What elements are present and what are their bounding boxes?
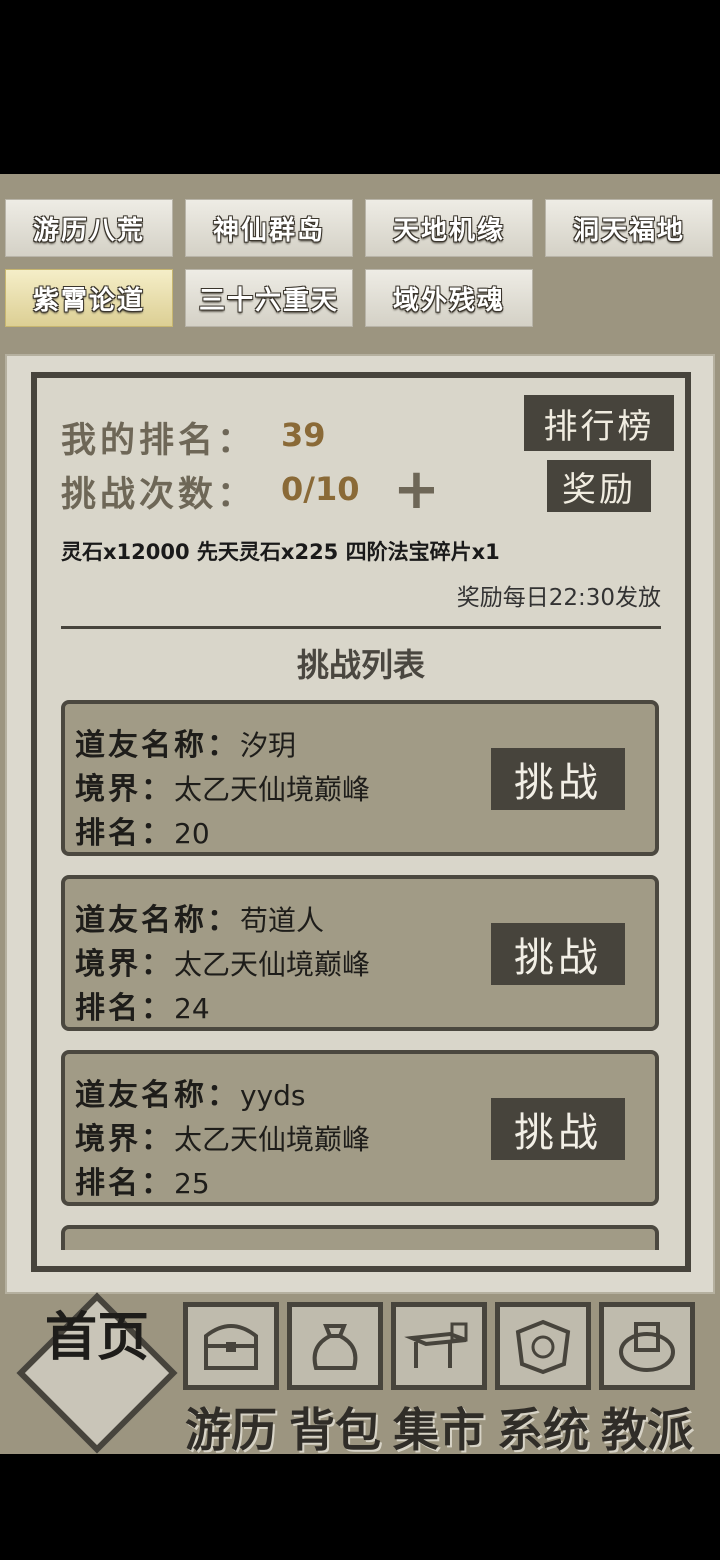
tab-sanshiliu-chongtian[interactable]: 三十六重天 xyxy=(185,269,353,327)
system-badge-icon xyxy=(495,1302,591,1390)
tab-youli-bahuang[interactable]: 游历八荒 xyxy=(5,199,173,257)
nav-item-beibao[interactable]: 背包 xyxy=(287,1302,383,1457)
bag-icon xyxy=(287,1302,383,1390)
opponent-name: 苟道人 xyxy=(240,904,325,937)
app-screen: 游历八荒 神仙群岛 天地机缘 洞天福地 紫霄论道 三十六重天 域外残魂 我的排名… xyxy=(0,174,720,1454)
realm-label: 境界： xyxy=(75,772,174,807)
name-label: 道友名称： xyxy=(75,1078,240,1113)
my-rank-value: 39 xyxy=(281,416,326,454)
nav-label-jiaopai: 教派 xyxy=(601,1403,693,1457)
opponent-realm: 太乙天仙境巅峰 xyxy=(174,948,371,981)
challenge-button[interactable]: 挑战 xyxy=(491,1098,625,1160)
tab-tiandi-jiyuan[interactable]: 天地机缘 xyxy=(365,199,533,257)
challenge-card xyxy=(61,1225,659,1250)
nav-item-jiaopai[interactable]: 教派 xyxy=(599,1302,695,1457)
arena-frame: 我的排名： 39 挑战次数： 0/10 + 排行榜 奖励 灵石x12000 先天… xyxy=(31,372,691,1272)
challenge-count-value: 0/10 xyxy=(281,470,360,508)
opponent-rank: 25 xyxy=(174,1167,210,1200)
sect-seal-icon xyxy=(599,1302,695,1390)
tab-shenxian-qundao[interactable]: 神仙群岛 xyxy=(185,199,353,257)
opponent-rank-line: 排名：25 xyxy=(75,1158,210,1202)
opponent-rank-line: 排名：24 xyxy=(75,983,210,1027)
nav-item-jishi[interactable]: 集市 xyxy=(391,1302,487,1457)
challenge-card: 道友名称：苟道人 境界：太乙天仙境巅峰 排名：24 挑战 xyxy=(61,875,659,1031)
nav-label-jishi: 集市 xyxy=(393,1403,485,1457)
challenge-list-title: 挑战列表 xyxy=(296,646,425,684)
opponent-realm-line: 境界：太乙天仙境巅峰 xyxy=(75,764,370,808)
chest-icon xyxy=(183,1302,279,1390)
tab-yuwai-canhun[interactable]: 域外残魂 xyxy=(365,269,533,327)
opponent-rank: 20 xyxy=(174,817,210,850)
realm-label: 境界： xyxy=(75,1122,174,1157)
challenge-list[interactable]: 道友名称：汐玥 境界：太乙天仙境巅峰 排名：20 挑战 道友名称：苟道人 境界：… xyxy=(61,700,661,1250)
opponent-name-line: 道友名称：苟道人 xyxy=(75,895,324,939)
challenge-card: 道友名称：汐玥 境界：太乙天仙境巅峰 排名：20 挑战 xyxy=(61,700,659,856)
rank-label: 排名： xyxy=(75,991,174,1026)
challenge-card: 道友名称：yyds 境界：太乙天仙境巅峰 排名：25 挑战 xyxy=(61,1050,659,1206)
challenge-count-label: 挑战次数： xyxy=(61,474,257,515)
nav-item-youli[interactable]: 游历 xyxy=(183,1302,279,1457)
nav-label-xitong: 系统 xyxy=(497,1403,589,1457)
nav-label-youli: 游历 xyxy=(185,1403,277,1457)
home-button[interactable]: 首页 xyxy=(16,1292,178,1454)
challenge-button[interactable]: 挑战 xyxy=(491,923,625,985)
leaderboard-button[interactable]: 排行榜 xyxy=(524,395,674,451)
realm-label: 境界： xyxy=(75,947,174,982)
rank-label: 排名： xyxy=(75,1166,174,1201)
challenge-button[interactable]: 挑战 xyxy=(491,748,625,810)
my-rank-label: 我的排名： xyxy=(61,420,257,461)
add-challenges-button[interactable]: + xyxy=(393,462,440,518)
opponent-name: 汐玥 xyxy=(240,729,297,762)
tab-dongtian-fudi[interactable]: 洞天福地 xyxy=(545,199,713,257)
opponent-name-line: 道友名称：汐玥 xyxy=(75,720,296,764)
divider xyxy=(61,626,661,629)
opponent-name-line: 道友名称：yyds xyxy=(75,1070,306,1114)
name-label: 道友名称： xyxy=(75,728,240,763)
main-panel: 我的排名： 39 挑战次数： 0/10 + 排行榜 奖励 灵石x12000 先天… xyxy=(5,354,715,1294)
opponent-realm: 太乙天仙境巅峰 xyxy=(174,1123,371,1156)
nav-label-beibao: 背包 xyxy=(289,1403,381,1457)
name-label: 道友名称： xyxy=(75,903,240,938)
rank-label: 排名： xyxy=(75,816,174,851)
opponent-rank-line: 排名：20 xyxy=(75,808,210,852)
market-stall-icon xyxy=(391,1302,487,1390)
home-label: 首页 xyxy=(44,1307,149,1368)
opponent-rank: 24 xyxy=(174,992,210,1025)
opponent-realm-line: 境界：太乙天仙境巅峰 xyxy=(75,1114,370,1158)
opponent-realm: 太乙天仙境巅峰 xyxy=(174,773,371,806)
opponent-realm-line: 境界：太乙天仙境巅峰 xyxy=(75,939,370,983)
reward-items: 灵石x12000 先天灵石x225 四阶法宝碎片x1 xyxy=(61,540,500,564)
reward-button[interactable]: 奖励 xyxy=(547,460,651,512)
tab-zixiao-lundao[interactable]: 紫霄论道 xyxy=(5,269,173,327)
reward-schedule: 奖励每日22:30发放 xyxy=(456,585,661,611)
bottom-nav: 首页 游历 背包 集市 系统 教派 xyxy=(0,1290,720,1457)
opponent-name: yyds xyxy=(240,1079,306,1112)
nav-item-xitong[interactable]: 系统 xyxy=(495,1302,591,1457)
